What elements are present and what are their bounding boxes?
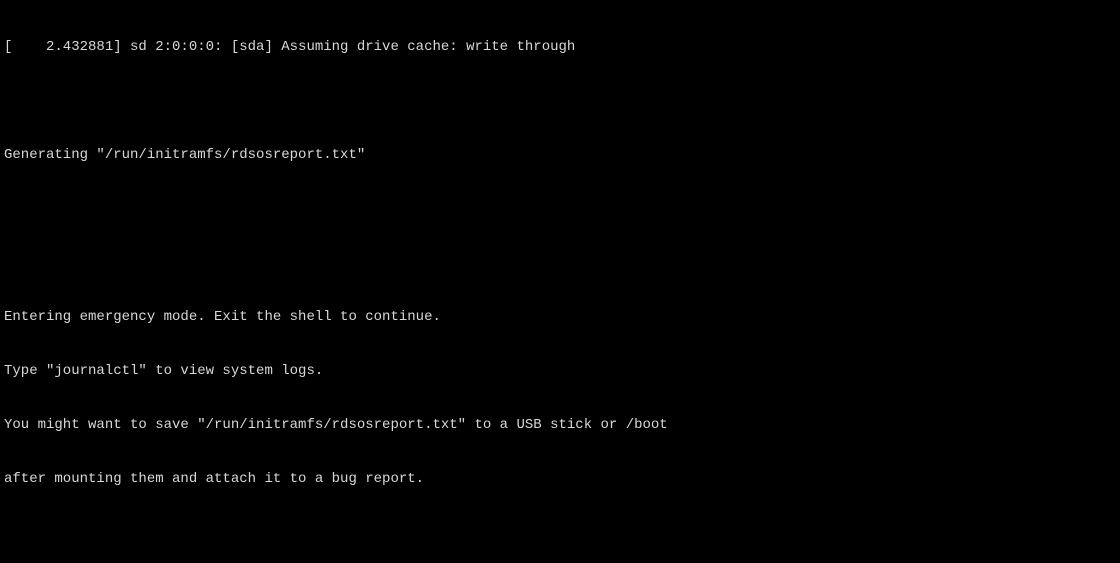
blank-line bbox=[4, 200, 1116, 218]
blank-line bbox=[4, 254, 1116, 272]
kernel-msg-line: [ 2.432881] sd 2:0:0:0: [sda] Assuming d… bbox=[4, 38, 1116, 56]
blank-line bbox=[4, 92, 1116, 110]
terminal[interactable]: [ 2.432881] sd 2:0:0:0: [sda] Assuming d… bbox=[0, 0, 1120, 563]
journalctl-hint-line: Type "journalctl" to view system logs. bbox=[4, 362, 1116, 380]
after-mount-line: after mounting them and attach it to a b… bbox=[4, 470, 1116, 488]
blank-line bbox=[4, 524, 1116, 542]
generating-line: Generating "/run/initramfs/rdsosreport.t… bbox=[4, 146, 1116, 164]
emergency-mode-line: Entering emergency mode. Exit the shell … bbox=[4, 308, 1116, 326]
save-hint-line: You might want to save "/run/initramfs/r… bbox=[4, 416, 1116, 434]
